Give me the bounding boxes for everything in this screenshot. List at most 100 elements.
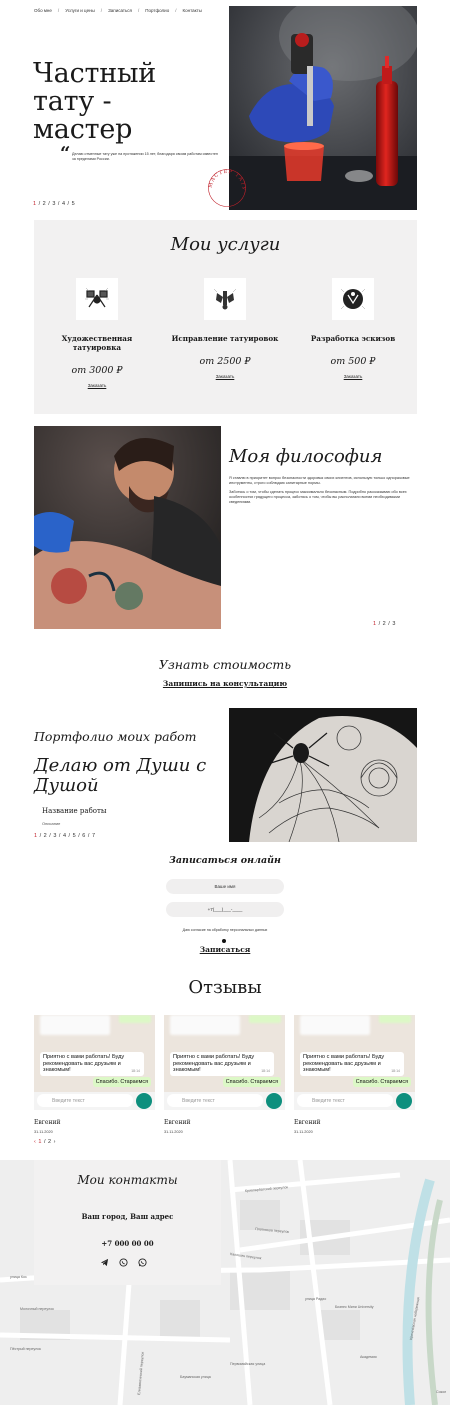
whatsapp-icon[interactable]: [138, 1258, 147, 1267]
hero-title: Частный тату - мастер: [33, 58, 157, 145]
chat-input: Введите текст: [167, 1094, 263, 1107]
svg-text:Первомайская улица: Первомайская улица: [230, 1362, 265, 1366]
hero-pager: 1 / 2 / 3 / 4 / 5: [33, 201, 76, 207]
work-description: Описание: [42, 821, 61, 826]
service-name: Исправление татуировок: [171, 334, 279, 343]
service-price: от 500 ₽: [330, 356, 376, 367]
quote-mark-icon: “: [60, 143, 71, 164]
contacts-card: Мои контакты Ваш город, Ваш адрес +7 000…: [34, 1160, 221, 1285]
review-card: Приятно с вами работать! Буду рекомендов…: [34, 1015, 155, 1134]
hero-pager-3[interactable]: 3: [52, 201, 56, 207]
tattoo-correction-icon: [204, 278, 246, 320]
order-link[interactable]: Заказать: [293, 374, 413, 379]
portfolio-photo: [229, 708, 417, 842]
hero-pager-5[interactable]: 5: [72, 201, 76, 207]
review-reply: Спасибо. Стараемся: [222, 1077, 281, 1087]
nav-item-booking[interactable]: Записаться: [108, 8, 132, 13]
submit-button[interactable]: Записаться: [0, 945, 450, 954]
services-title: Мои услуги: [170, 234, 281, 255]
review-message: Приятно с вами работать! Буду рекомендов…: [170, 1052, 274, 1076]
review-reply: Спасибо. Стараемся: [352, 1077, 411, 1087]
service-card: Художественная татуировка от 3000 ₽ Зака…: [37, 278, 157, 388]
portfolio-pager-4[interactable]: 4: [63, 833, 67, 839]
price-cta-title: Узнать стоимость: [158, 657, 292, 672]
portfolio-pager-1[interactable]: 1: [34, 833, 38, 839]
phone-field[interactable]: +7(___)___-____: [166, 902, 284, 917]
contacts-title: Мои контакты: [77, 1173, 178, 1187]
contact-phone[interactable]: +7 000 00 00: [34, 1239, 221, 1248]
review-date: 31.11.2020: [294, 1130, 313, 1134]
review-author: Евгений: [164, 1119, 191, 1126]
chat-screenshot: Приятно с вами работать! Буду рекомендов…: [294, 1015, 415, 1110]
portfolio-pager-6[interactable]: 6: [82, 833, 86, 839]
prev-arrow-icon[interactable]: ‹: [34, 1139, 36, 1145]
review-card: Приятно с вами работать! Буду рекомендов…: [294, 1015, 415, 1134]
nav-item-services[interactable]: Услуги и цены: [65, 8, 95, 13]
portfolio-pager-5[interactable]: 5: [73, 833, 77, 839]
svg-text:улица Коз: улица Коз: [10, 1275, 27, 1279]
nav-item-about[interactable]: Обо мне: [34, 8, 52, 13]
chat-screenshot: Приятно с вами работать! Буду рекомендов…: [164, 1015, 285, 1110]
top-nav: Обо мне / Услуги и цены / Записаться / Порт…: [34, 8, 202, 13]
philosophy-photo: [34, 426, 221, 629]
svg-text:Пёстрый переулок: Пёстрый переулок: [10, 1347, 41, 1351]
philosophy-pager-1[interactable]: 1: [373, 621, 377, 627]
portfolio-slogan: Делаю от Души с Душой: [34, 755, 207, 796]
service-card: Исправление татуировок от 2500 ₽ Заказат…: [165, 278, 285, 379]
work-name: Название работы: [42, 807, 107, 815]
svg-text:Бизнес Мини University: Бизнес Мини University: [335, 1305, 374, 1309]
philosophy-pager-2[interactable]: 2: [383, 621, 387, 627]
viber-icon[interactable]: [119, 1258, 128, 1267]
services-section: Мои услуги Художественная татуировка от …: [34, 220, 417, 414]
hero-quote: Делаю отменные тату уже на протяжении 15…: [72, 152, 218, 161]
review-card: Приятно с вами работать! Буду рекомендов…: [164, 1015, 285, 1134]
portfolio-heading: Портфолио моих работ: [34, 729, 197, 744]
consent-label: Даю согласие на обработку персональных д…: [182, 928, 268, 932]
mic-icon: [396, 1093, 412, 1109]
contact-address: Ваш город, Ваш адрес: [81, 1212, 174, 1221]
hero-pager-1[interactable]: 1: [33, 201, 37, 207]
telegram-icon[interactable]: [100, 1258, 109, 1267]
reviews-pager-2[interactable]: 2: [48, 1139, 52, 1145]
review-message: Приятно с вами работать! Буду рекомендов…: [300, 1052, 404, 1076]
consultation-link[interactable]: Запишись на консультацию: [0, 679, 450, 688]
review-message: Приятно с вами работать! Буду рекомендов…: [40, 1052, 144, 1076]
reviews-pager-1[interactable]: 1: [38, 1139, 42, 1145]
sketch-design-icon: [332, 278, 374, 320]
philosophy-text-1: Я ставлю в приоритет вопрос безопасности…: [229, 476, 410, 485]
review-reply: Спасибо. Стараемся: [92, 1077, 151, 1087]
nav-item-portfolio[interactable]: Портфолио: [145, 8, 169, 13]
name-field[interactable]: Ваше имя: [166, 879, 284, 894]
svg-text:Сокол: Сокол: [436, 1390, 446, 1394]
portfolio-pager-2[interactable]: 2: [44, 833, 48, 839]
philosophy-text-2: Заботясь о том, чтобы сделать процесс ма…: [229, 490, 407, 504]
order-link[interactable]: Заказать: [37, 383, 157, 388]
consent-checkbox[interactable]: [222, 939, 226, 943]
hero-pager-4[interactable]: 4: [62, 201, 66, 207]
service-price: от 3000 ₽: [71, 365, 123, 376]
review-date: 31.11.2020: [34, 1130, 53, 1134]
chat-input: Введите текст: [37, 1094, 133, 1107]
philosophy-pager-3[interactable]: 3: [392, 621, 396, 627]
hero-photo: [229, 6, 417, 210]
nav-item-contacts[interactable]: Контакты: [182, 8, 201, 13]
order-link[interactable]: Заказать: [165, 374, 285, 379]
portfolio-pager-3[interactable]: 3: [53, 833, 57, 839]
review-author: Евгений: [294, 1119, 321, 1126]
philosophy-pager: 1 / 2 / 3: [373, 621, 396, 627]
tattoo-machines-icon: [76, 278, 118, 320]
hero-pager-2[interactable]: 2: [43, 201, 47, 207]
service-card: Разработка эскизов от 500 ₽ Заказать: [293, 278, 413, 379]
mic-icon: [266, 1093, 282, 1109]
portfolio-pager-7[interactable]: 7: [92, 833, 96, 839]
svg-text:улица Радио: улица Радио: [305, 1297, 326, 1301]
chat-input: Введите текст: [297, 1094, 393, 1107]
next-arrow-icon[interactable]: ›: [54, 1139, 56, 1145]
service-price: от 2500 ₽: [199, 356, 251, 367]
portfolio-pager: 1 / 2 / 3 / 4 / 5 / 6 / 7: [34, 833, 96, 839]
service-name: Разработка эскизов: [310, 334, 396, 343]
stamp-badge: МАСТЕР ТАТУ: [207, 168, 247, 208]
booking-title: Записаться онлайн: [169, 855, 281, 866]
reviews-title: Отзывы: [188, 977, 262, 998]
mic-icon: [136, 1093, 152, 1109]
